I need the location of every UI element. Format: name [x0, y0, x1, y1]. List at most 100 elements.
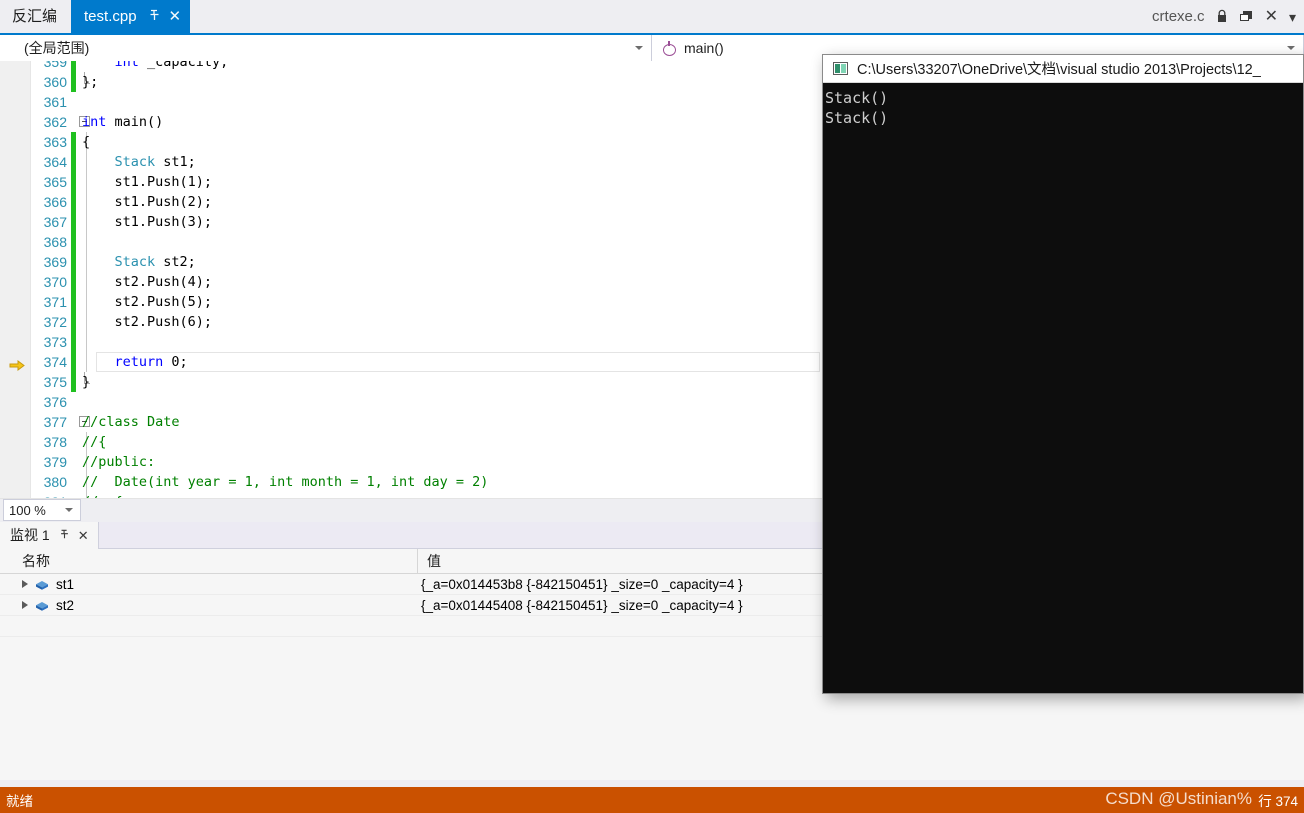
- code-line-text: //class Date: [82, 414, 180, 430]
- change-indicator-bar: [71, 292, 76, 312]
- console-title-label: C:\Users\33207\OneDrive\文档\visual studio…: [857, 62, 1261, 78]
- code-line-text: // Date(int year = 1, int month = 1, int…: [82, 474, 489, 490]
- change-indicator-bar: [71, 372, 76, 392]
- line-number: 377: [43, 414, 67, 430]
- code-line-text: int main(): [82, 114, 164, 130]
- restore-window-icon[interactable]: [1239, 9, 1254, 25]
- line-number: 365: [43, 174, 67, 190]
- code-line-text: Stack st2;: [114, 254, 196, 270]
- execution-pointer-icon: [9, 357, 25, 371]
- code-line-text: st2.Push(5);: [82, 294, 213, 310]
- line-number: 359: [43, 61, 67, 70]
- line-number: 376: [43, 394, 67, 410]
- chevron-down-icon[interactable]: ▾: [1289, 10, 1296, 24]
- change-indicator-bar: [71, 212, 76, 232]
- status-line-number: 行 374: [1258, 794, 1298, 809]
- method-icon: [662, 40, 677, 56]
- code-line-text: st2.Push(6);: [82, 314, 213, 330]
- object-variable-icon: [35, 579, 49, 590]
- change-indicator-bar: [71, 152, 76, 172]
- code-line-text: //public:: [82, 454, 156, 470]
- console-output-line: Stack(): [825, 89, 889, 107]
- code-line-text: return 0;: [114, 354, 188, 370]
- watch-variable-value[interactable]: {_a=0x014453b8 {-842150451} _size=0 _cap…: [421, 577, 743, 592]
- scope-dropdown[interactable]: (全局范围): [0, 35, 652, 61]
- status-ready-label: 就绪: [6, 794, 33, 809]
- watch-variable-value[interactable]: {_a=0x01445408 {-842150451} _size=0 _cap…: [421, 598, 743, 613]
- change-indicator-bar: [71, 61, 76, 72]
- change-indicator-bar: [71, 272, 76, 292]
- indent-guide: [86, 232, 87, 252]
- watch-variable-name[interactable]: st1: [56, 577, 406, 592]
- expand-triangle-icon[interactable]: [22, 601, 28, 609]
- zoom-level-label: 100 %: [9, 502, 46, 518]
- code-line-text: int _capacity;: [114, 61, 229, 70]
- console-output-line: Stack(): [825, 109, 889, 127]
- editor-tab-strip: 反汇编 test.cpp ✕ crtexe.c ✕ ▾: [0, 0, 1304, 33]
- chevron-down-icon[interactable]: [635, 46, 643, 50]
- change-indicator-bar: [71, 352, 76, 372]
- pin-icon[interactable]: [59, 529, 70, 542]
- line-number: 374: [43, 354, 67, 370]
- tab-watch-1-label: 监视 1: [10, 527, 50, 543]
- line-number: 378: [43, 434, 67, 450]
- lock-icon[interactable]: [1216, 9, 1228, 25]
- line-number: 375: [43, 374, 67, 390]
- change-indicator-bar: [71, 192, 76, 212]
- console-window[interactable]: C:\Users\33207\OneDrive\文档\visual studio…: [822, 54, 1304, 694]
- indent-guide: [86, 332, 87, 352]
- console-app-icon: [833, 62, 848, 75]
- line-number: 371: [43, 294, 67, 310]
- change-indicator-bar: [71, 332, 76, 352]
- line-number: 362: [43, 114, 67, 130]
- chevron-down-icon[interactable]: [1287, 46, 1295, 50]
- code-line-text: };: [82, 74, 99, 90]
- crtexe-filename-label: crtexe.c: [1152, 8, 1205, 25]
- line-number: 379: [43, 454, 67, 470]
- change-indicator-bar: [71, 312, 76, 332]
- watch-variable-name[interactable]: st2: [56, 598, 406, 613]
- code-line-text: st1.Push(1);: [82, 174, 213, 190]
- tab-test-cpp-label: test.cpp: [84, 8, 137, 25]
- console-title-bar[interactable]: C:\Users\33207\OneDrive\文档\visual studio…: [823, 55, 1303, 83]
- tab-disassembly[interactable]: 反汇编: [0, 0, 72, 33]
- line-number: 363: [43, 134, 67, 150]
- line-number: 367: [43, 214, 67, 230]
- change-indicator-bar: [71, 132, 76, 152]
- line-number: 370: [43, 274, 67, 290]
- tab-watch-1[interactable]: 监视 1 ✕: [0, 521, 99, 549]
- close-window-icon[interactable]: ✕: [1265, 8, 1278, 25]
- line-number: 373: [43, 334, 67, 350]
- line-number: 364: [43, 154, 67, 170]
- change-indicator-bar: [71, 252, 76, 272]
- line-number: 369: [43, 254, 67, 270]
- line-number: 361: [43, 94, 67, 110]
- code-line-text: st1.Push(3);: [82, 214, 213, 230]
- change-indicator-bar: [71, 232, 76, 252]
- code-line-text: st2.Push(4);: [82, 274, 213, 290]
- zoom-level-dropdown[interactable]: 100 %: [3, 499, 81, 521]
- tab-strip-right-controls: crtexe.c ✕ ▾: [1152, 0, 1304, 33]
- column-header-name[interactable]: 名称: [0, 548, 418, 574]
- line-number: 368: [43, 234, 67, 250]
- change-indicator-bar: [71, 72, 76, 92]
- line-number: 372: [43, 314, 67, 330]
- change-indicator-bar: [71, 172, 76, 192]
- chevron-down-icon[interactable]: [65, 508, 73, 512]
- line-number: 380: [43, 474, 67, 490]
- scope-dropdown-label: (全局范围): [24, 40, 90, 56]
- close-icon[interactable]: ✕: [78, 529, 89, 542]
- tab-test-cpp[interactable]: test.cpp ✕: [71, 0, 191, 33]
- object-variable-icon: [35, 600, 49, 611]
- close-icon[interactable]: ✕: [169, 9, 182, 24]
- code-line-text: Stack st1;: [114, 154, 196, 170]
- current-line-highlight: [96, 352, 820, 372]
- code-line-text: st1.Push(2);: [82, 194, 213, 210]
- expand-triangle-icon[interactable]: [22, 580, 28, 588]
- line-number: 366: [43, 194, 67, 210]
- code-line-text: }: [82, 374, 91, 390]
- code-line-text: {: [82, 134, 91, 150]
- tab-disassembly-label: 反汇编: [12, 8, 58, 25]
- pin-icon[interactable]: [148, 9, 161, 24]
- status-bar: 就绪 行 374: [0, 787, 1304, 813]
